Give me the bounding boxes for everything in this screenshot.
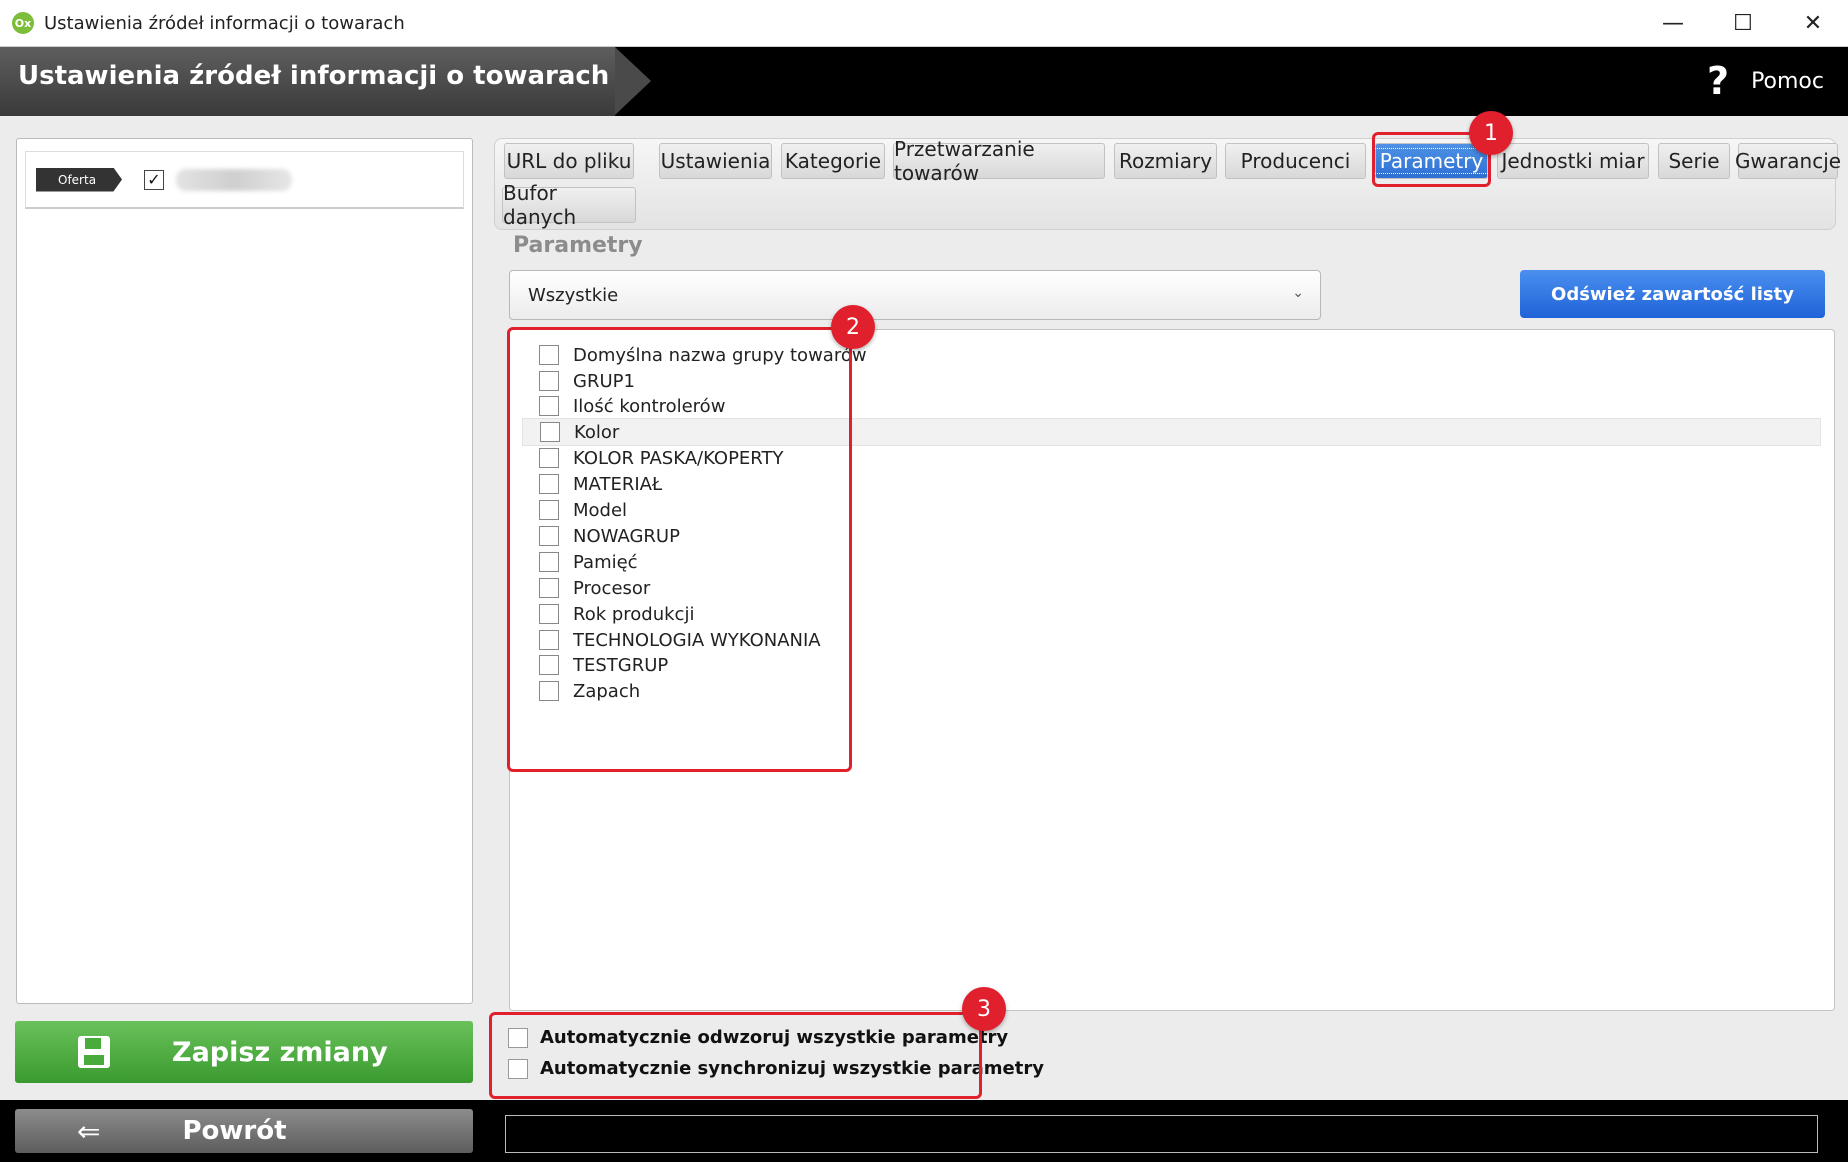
refresh-list-button[interactable]: Odśwież zawartość listy (1520, 270, 1825, 318)
source-name-blurred (176, 168, 292, 191)
section-title: Parametry (513, 233, 643, 258)
tab-url-do-pliku[interactable]: URL do pliku (504, 143, 634, 179)
tab-kategorie[interactable]: Kategorie (781, 143, 885, 179)
sources-panel: Oferta ✓ (16, 138, 473, 1004)
tab-ustawienia[interactable]: Ustawienia (659, 143, 772, 179)
help-label: Pomoc (1751, 68, 1824, 94)
minimize-button[interactable]: — (1638, 0, 1708, 47)
window-controls: — ☐ ✕ (1638, 0, 1848, 47)
status-field (505, 1115, 1818, 1153)
help-icon: ? (1707, 59, 1730, 103)
header-banner-arrow (615, 47, 651, 115)
annotation-box-3 (489, 1012, 982, 1099)
window-title: Ustawienia źródeł informacji o towarach (44, 12, 405, 34)
tab-gwarancje[interactable]: Gwarancje (1735, 143, 1841, 179)
tab-serie[interactable]: Serie (1658, 143, 1730, 179)
save-button[interactable]: Zapisz zmiany (15, 1021, 473, 1083)
header-bar: Ustawienia źródeł informacji o towarach … (0, 47, 1848, 116)
help-button[interactable]: ? Pomoc (1707, 59, 1824, 103)
source-enabled-checkbox[interactable]: ✓ (144, 169, 164, 190)
back-button[interactable]: ⇐ Powrót (15, 1109, 473, 1153)
tab-producenci[interactable]: Producenci (1225, 143, 1366, 179)
app-logo-icon: Ox (12, 12, 34, 34)
close-button[interactable]: ✕ (1778, 0, 1848, 47)
chevron-down-icon: ⌄ (1292, 285, 1304, 301)
tab-przetwarzanie-towarow[interactable]: Przetwarzanie towarów (893, 137, 1105, 185)
parameter-filter-select[interactable]: Wszystkie ⌄ (509, 270, 1321, 320)
floppy-disk-icon (78, 1036, 110, 1068)
window-titlebar: Ox Ustawienia źródeł informacji o towara… (0, 0, 1848, 47)
source-item-oferta[interactable]: Oferta ✓ (25, 151, 464, 209)
annotation-box-2 (507, 327, 852, 772)
tab-bufor-danych[interactable]: Bufor danych (502, 181, 636, 229)
annotation-badge-1: 1 (1469, 111, 1513, 155)
exit-arrow-icon: ⇐ (77, 1114, 101, 1148)
back-button-label: Powrót (182, 1116, 287, 1146)
tab-jednostki-miar[interactable]: Jednostki miar (1497, 143, 1649, 179)
annotation-badge-3: 3 (962, 987, 1006, 1031)
annotation-badge-2: 2 (831, 305, 875, 349)
save-button-label: Zapisz zmiany (172, 1036, 388, 1068)
source-tag: Oferta (36, 167, 122, 192)
maximize-button[interactable]: ☐ (1708, 0, 1778, 47)
tab-rozmiary[interactable]: Rozmiary (1114, 143, 1217, 179)
page-title: Ustawienia źródeł informacji o towarach (18, 61, 610, 91)
filter-value: Wszystkie (528, 284, 619, 306)
